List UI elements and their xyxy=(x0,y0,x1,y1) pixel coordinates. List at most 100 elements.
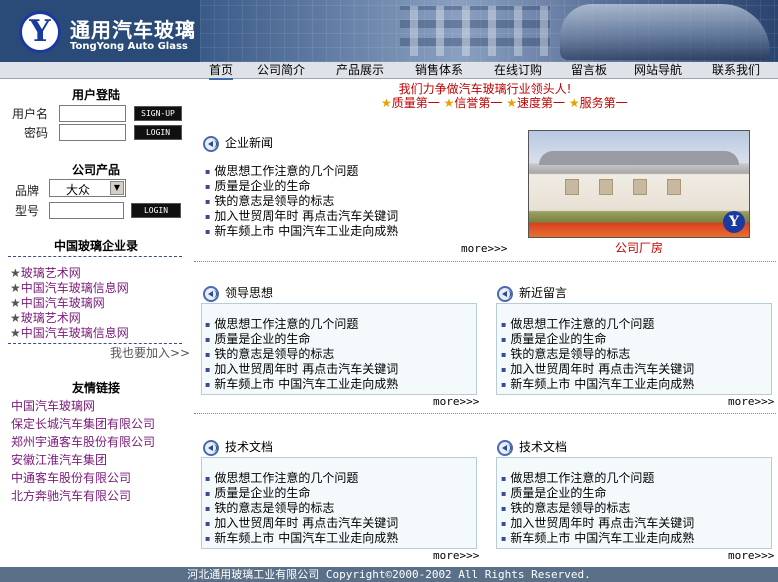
pillar-text: 质量第一 xyxy=(391,96,440,110)
leader-thoughts-more-link[interactable]: more>>> xyxy=(433,395,479,408)
brand-select-value: 大众 xyxy=(66,183,91,197)
friends-title: 友情链接 xyxy=(71,381,120,395)
company-news-heading: 企业新闻 xyxy=(203,134,273,152)
list-item[interactable]: 加入世贸周年时 再点击汽车关键词 xyxy=(205,209,398,224)
list-item[interactable]: 加入世贸周年时 再点击汽车关键词 xyxy=(501,362,694,377)
enterprise-link-label: 中国汽车玻璃信息网 xyxy=(20,326,129,340)
login-title: 用户登陆 xyxy=(71,88,120,102)
list-item[interactable]: 质量是企业的生命 xyxy=(501,486,694,501)
friend-link[interactable]: 郑州宇通客车股份有限公司 xyxy=(11,433,155,450)
speaker-icon xyxy=(203,135,219,152)
tech-docs-more-link[interactable]: more>>> xyxy=(433,549,479,562)
pillar-text: 速度第一 xyxy=(516,96,565,110)
list-item[interactable]: 加入世贸周年时 再点击汽车关键词 xyxy=(205,362,398,377)
list-item[interactable]: 铁的意志是领导的标志 xyxy=(501,347,694,362)
main-nav: 首页 公司简介 产品展示 销售体系 在线订购 留言板 网站导航 联系我们 xyxy=(0,62,778,80)
recent-messages-list: 做思想工作注意的几个问题 质量是企业的生命 铁的意志是领导的标志 加入世贸周年时… xyxy=(501,317,694,392)
brand-label: 品牌 xyxy=(15,184,40,198)
logo-glyph: Y xyxy=(29,14,51,49)
list-item[interactable]: 质量是企业的生命 xyxy=(205,332,398,347)
pillar-text: 信誉第一 xyxy=(454,96,503,110)
list-item[interactable]: 加入世贸周年时 再点击汽车关键词 xyxy=(501,516,694,531)
enterprise-link[interactable]: ★中国汽车玻璃信息网 xyxy=(10,324,129,341)
recent-messages-more-link[interactable]: more>>> xyxy=(728,395,774,408)
list-item[interactable]: 新车频上市 中国汽车工业走向成熟 xyxy=(501,531,694,546)
nav-item-products[interactable]: 产品展示 xyxy=(336,62,384,79)
list-item[interactable]: 做思想工作注意的几个问题 xyxy=(501,317,694,332)
product-title: 公司产品 xyxy=(71,163,120,177)
list-item[interactable]: 做思想工作注意的几个问题 xyxy=(501,471,694,486)
recent-messages-heading: 新近留言 xyxy=(497,284,567,302)
speaker-icon xyxy=(203,439,219,456)
list-item[interactable]: 新车频上市 中国汽车工业走向成熟 xyxy=(205,531,398,546)
username-input[interactable] xyxy=(59,105,126,122)
star-icon: ★ xyxy=(10,281,21,295)
nav-item-sitemap[interactable]: 网站导航 xyxy=(634,62,682,79)
chevron-down-icon[interactable]: ▼ xyxy=(110,181,124,195)
friend-link[interactable]: 中国汽车玻璃网 xyxy=(11,397,95,414)
list-item[interactable]: 质量是企业的生命 xyxy=(205,486,398,501)
company-news-more-link[interactable]: more>>> xyxy=(461,242,507,255)
enterprises-title: 中国玻璃企业录 xyxy=(53,239,138,253)
star-icon: ★ xyxy=(506,96,517,110)
list-item[interactable]: 新车频上市 中国汽车工业走向成熟 xyxy=(205,224,398,239)
nav-item-contact[interactable]: 联系我们 xyxy=(712,62,760,79)
list-item[interactable]: 做思想工作注意的几个问题 xyxy=(205,164,398,179)
list-item[interactable]: 做思想工作注意的几个问题 xyxy=(205,471,398,486)
nav-item-sales[interactable]: 销售体系 xyxy=(415,62,463,79)
friend-link[interactable]: 北方奔驰汽车有限公司 xyxy=(11,487,131,504)
list-item[interactable]: 铁的意志是领导的标志 xyxy=(205,501,398,516)
header-tiles xyxy=(400,6,550,56)
list-item[interactable]: 铁的意志是领导的标志 xyxy=(205,194,398,209)
list-item[interactable]: 铁的意志是领导的标志 xyxy=(205,347,398,362)
list-item[interactable]: 做思想工作注意的几个问题 xyxy=(205,317,398,332)
list-item[interactable]: 质量是企业的生命 xyxy=(501,332,694,347)
nav-item-home[interactable]: 首页 xyxy=(209,62,234,80)
pillars: ★质量第一 ★信誉第一 ★速度第一 ★服务第一 xyxy=(381,94,628,111)
factory-window xyxy=(633,179,647,195)
friend-link[interactable]: 安徽江淮汽车集团 xyxy=(11,451,107,468)
star-icon: ★ xyxy=(443,96,455,110)
tech-docs-heading: 技术文档 xyxy=(497,438,567,456)
header-car-image xyxy=(560,4,770,60)
enterprise-link-label: 中国汽车玻璃网 xyxy=(20,296,105,310)
tech-docs-title: 技术文档 xyxy=(225,440,274,454)
enterprise-link-label: 玻璃艺术网 xyxy=(20,266,81,280)
tech-docs-list: 做思想工作注意的几个问题 质量是企业的生命 铁的意志是领导的标志 加入世贸周年时… xyxy=(205,471,398,546)
speaker-icon xyxy=(203,285,219,302)
logo-icon[interactable]: Y xyxy=(19,11,61,53)
brand-select[interactable]: 大众 ▼ xyxy=(49,179,126,197)
signup-button[interactable]: SIGN-UP xyxy=(134,106,182,121)
model-input[interactable] xyxy=(49,202,124,219)
factory-caption[interactable]: 公司厂房 xyxy=(528,239,750,256)
nav-item-about[interactable]: 公司简介 xyxy=(257,62,305,79)
friend-link[interactable]: 中通客车股份有限公司 xyxy=(11,469,131,486)
login-button[interactable]: LOGIN xyxy=(134,125,182,140)
factory-photo: Y xyxy=(528,130,750,238)
logo-name-en: TongYong Auto Glass xyxy=(70,41,188,52)
join-link[interactable]: 我也要加入>> xyxy=(110,344,190,361)
list-item[interactable]: 新车频上市 中国汽车工业走向成熟 xyxy=(501,377,694,392)
factory-window xyxy=(667,179,681,195)
product-login-button[interactable]: LOGIN xyxy=(131,203,181,218)
star-icon: ★ xyxy=(381,96,392,110)
tech-docs-list: 做思想工作注意的几个问题 质量是企业的生命 铁的意志是领导的标志 加入世贸周年时… xyxy=(501,471,694,546)
divider xyxy=(8,256,182,257)
list-item[interactable]: 铁的意志是领导的标志 xyxy=(501,501,694,516)
speaker-icon xyxy=(497,439,513,456)
tech-docs-more-link[interactable]: more>>> xyxy=(728,549,774,562)
nav-item-guestbook[interactable]: 留言板 xyxy=(571,62,607,79)
factory-window xyxy=(565,179,579,195)
divider xyxy=(194,413,776,414)
friend-link[interactable]: 保定长城汽车集团有限公司 xyxy=(11,415,155,432)
password-input[interactable] xyxy=(59,124,126,141)
list-item[interactable]: 新车频上市 中国汽车工业走向成熟 xyxy=(205,377,398,392)
nav-item-order[interactable]: 在线订购 xyxy=(494,62,542,79)
password-label: 密码 xyxy=(24,126,49,140)
divider xyxy=(194,261,776,262)
tech-docs-heading: 技术文档 xyxy=(203,438,273,456)
logo-name-cn[interactable]: 通用汽车玻璃 xyxy=(70,14,196,43)
list-item[interactable]: 质量是企业的生命 xyxy=(205,179,398,194)
list-item[interactable]: 加入世贸周年时 再点击汽车关键词 xyxy=(205,516,398,531)
factory-window xyxy=(599,179,613,195)
